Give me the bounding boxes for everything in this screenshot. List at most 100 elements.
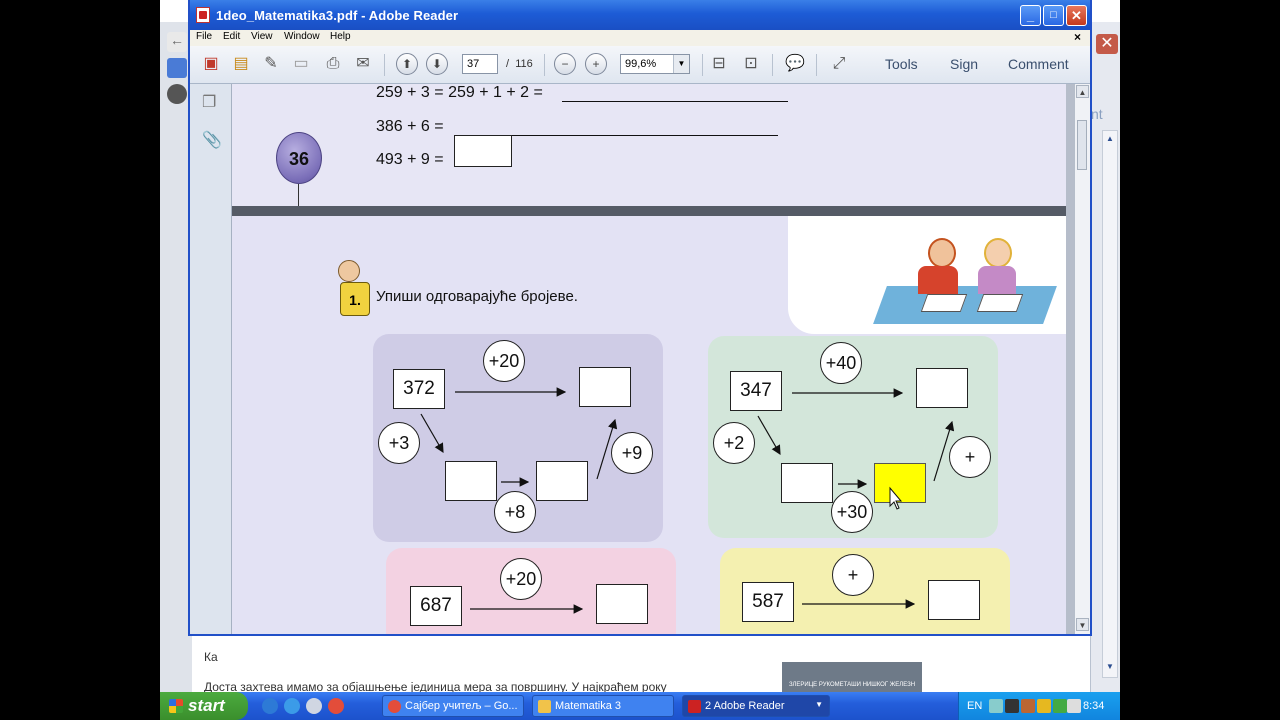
task-label: 2 Adobe Reader <box>705 700 785 712</box>
save-icon[interactable]: ▭ <box>290 53 312 75</box>
menu-bar: File Edit View Window Help × <box>190 30 1090 46</box>
attachments-icon[interactable]: 📎 <box>202 130 222 150</box>
title-bar[interactable]: 1deo_Matematika3.pdf - Adobe Reader _ □ … <box>190 0 1090 30</box>
tray-media-icon[interactable] <box>1005 699 1019 713</box>
google-icon[interactable] <box>167 58 187 78</box>
task-character-head <box>338 260 360 282</box>
tray-security-icon[interactable] <box>1037 699 1051 713</box>
start-button[interactable]: start <box>160 692 248 720</box>
answer-box <box>454 135 512 167</box>
chrome-icon <box>388 700 401 713</box>
answer-line <box>562 101 788 102</box>
language-indicator[interactable]: EN <box>967 700 982 712</box>
browser-close-icon[interactable]: ✕ <box>1096 34 1118 54</box>
comment-bubble-icon[interactable]: 💬 <box>784 53 806 75</box>
toolbar-separator <box>702 54 703 76</box>
arrow-lines <box>757 388 955 510</box>
pdf-page-main: 1. Упиши одговарајуће бројеве. 372 +20 +… <box>232 216 1066 634</box>
page-number-input[interactable]: 37 <box>462 54 498 74</box>
email-icon[interactable]: ✉ <box>352 53 374 75</box>
media-icon[interactable] <box>306 698 322 714</box>
boy-shirt <box>918 266 958 294</box>
pages-panel-icon[interactable]: ❐ <box>202 92 220 112</box>
zoom-in-icon[interactable]: + <box>585 53 607 75</box>
scroll-thumb[interactable] <box>1077 120 1087 170</box>
menu-view[interactable]: View <box>251 31 273 42</box>
scroll-down-icon[interactable]: ▼ <box>1104 661 1116 673</box>
browser-scrollbar[interactable]: ▲ ▼ <box>1102 130 1118 678</box>
menu-window[interactable]: Window <box>284 31 320 42</box>
menu-help[interactable]: Help <box>330 31 351 42</box>
tray-volume-icon[interactable] <box>1067 699 1081 713</box>
page-number-balloon: 36 <box>276 132 322 184</box>
menu-file[interactable]: File <box>196 31 212 42</box>
show-desktop-icon[interactable] <box>262 698 278 714</box>
sign-button[interactable]: Sign <box>950 56 978 72</box>
book-illustration <box>920 294 968 312</box>
exercise-panel-2: 347 +40 +2 +30 + <box>708 336 998 538</box>
menu-edit[interactable]: Edit <box>223 31 240 42</box>
chevron-down-icon[interactable]: ▼ <box>673 55 689 73</box>
taskbar: start Сајбер учитељ – Go... Matematika 3… <box>160 692 1120 720</box>
maximize-button[interactable]: □ <box>1043 5 1064 26</box>
girl-illustration <box>984 238 1012 268</box>
page-total-label: / 116 <box>506 58 533 70</box>
balloon-string <box>298 184 299 206</box>
toolbar-separator <box>544 54 545 76</box>
edit-pdf-icon[interactable]: ✎ <box>260 53 282 75</box>
zoom-value: 99,6% <box>625 58 657 70</box>
wordpress-icon[interactable] <box>167 84 187 104</box>
navigation-pane: ❐ 📎 <box>190 84 232 634</box>
next-page-icon[interactable]: ⬇ <box>426 53 448 75</box>
tray-arrow-icon[interactable] <box>989 699 1003 713</box>
minimize-button[interactable]: _ <box>1020 5 1041 26</box>
close-button[interactable]: ✕ <box>1066 5 1087 26</box>
toolbar: ▣ ▤ ✎ ▭ ⎙ ✉ ⬆ ⬇ 37 / 116 − + 99,6% ▼ ⊟ ⊡ … <box>190 46 1090 84</box>
fit-width-icon[interactable]: ⊡ <box>740 53 762 75</box>
girl-shirt <box>978 266 1016 294</box>
equation-line: 259 + 3 = 259 + 1 + 2 = <box>376 84 543 101</box>
zoom-select[interactable]: 99,6% ▼ <box>620 54 690 74</box>
toolbar-separator <box>772 54 773 76</box>
fit-page-icon[interactable]: ⊟ <box>708 53 730 75</box>
zoom-out-icon[interactable]: − <box>554 53 576 75</box>
back-icon[interactable]: ← <box>167 32 187 52</box>
chrome-icon[interactable] <box>328 698 344 714</box>
arrow-lines <box>802 599 916 609</box>
print-icon[interactable]: ⎙ <box>322 53 344 75</box>
page-separator-bar <box>232 206 1066 216</box>
task-label: Matematika 3 <box>555 700 622 712</box>
task-instruction: Упиши одговарајуће бројеве. <box>376 288 578 305</box>
taskbar-task-browser[interactable]: Сајбер учитељ – Go... <box>382 695 524 717</box>
tray-network-icon[interactable] <box>1053 699 1067 713</box>
create-pdf-icon[interactable]: ▣ <box>200 53 222 75</box>
taskbar-task-reader[interactable]: 2 Adobe Reader ▼ <box>682 695 830 717</box>
document-close-icon[interactable]: × <box>1074 30 1081 44</box>
chevron-down-icon[interactable]: ▼ <box>815 700 823 709</box>
exercise-panel-3: 687 +20 <box>386 548 676 634</box>
task-number-badge: 1. <box>340 282 370 316</box>
page-text-line: Ка <box>204 650 218 664</box>
scroll-up-icon[interactable]: ▲ <box>1104 133 1116 145</box>
equation-line: 493 + 9 = <box>376 151 444 168</box>
pdf-page-top: 259 + 3 = 259 + 1 + 2 = 386 + 6 = 493 + … <box>232 84 1066 206</box>
adobe-reader-window: 1deo_Matematika3.pdf - Adobe Reader _ □ … <box>188 0 1092 636</box>
book-illustration <box>976 294 1024 312</box>
folder-icon <box>538 700 551 713</box>
previous-page-icon[interactable]: ⬆ <box>396 53 418 75</box>
tools-button[interactable]: Tools <box>885 56 918 72</box>
fullscreen-icon[interactable]: ⤢ <box>828 53 850 75</box>
scroll-down-icon[interactable]: ▼ <box>1076 618 1089 631</box>
exercise-panel-1: 372 +20 +3 +8 +9 <box>373 334 663 542</box>
tray-app-icon[interactable] <box>1021 699 1035 713</box>
taskbar-task-folder[interactable]: Matematika 3 <box>532 695 674 717</box>
open-file-icon[interactable]: ▤ <box>230 53 252 75</box>
scroll-up-icon[interactable]: ▲ <box>1076 85 1089 98</box>
window-title: 1deo_Matematika3.pdf - Adobe Reader <box>216 8 459 23</box>
ie-icon[interactable] <box>284 698 300 714</box>
boy-illustration <box>928 238 956 268</box>
document-view[interactable]: 259 + 3 = 259 + 1 + 2 = 386 + 6 = 493 + … <box>232 84 1076 634</box>
arrow-lines <box>470 604 584 614</box>
comment-button[interactable]: Comment <box>1008 56 1069 72</box>
document-scrollbar[interactable]: ▲ ▼ <box>1074 84 1090 634</box>
